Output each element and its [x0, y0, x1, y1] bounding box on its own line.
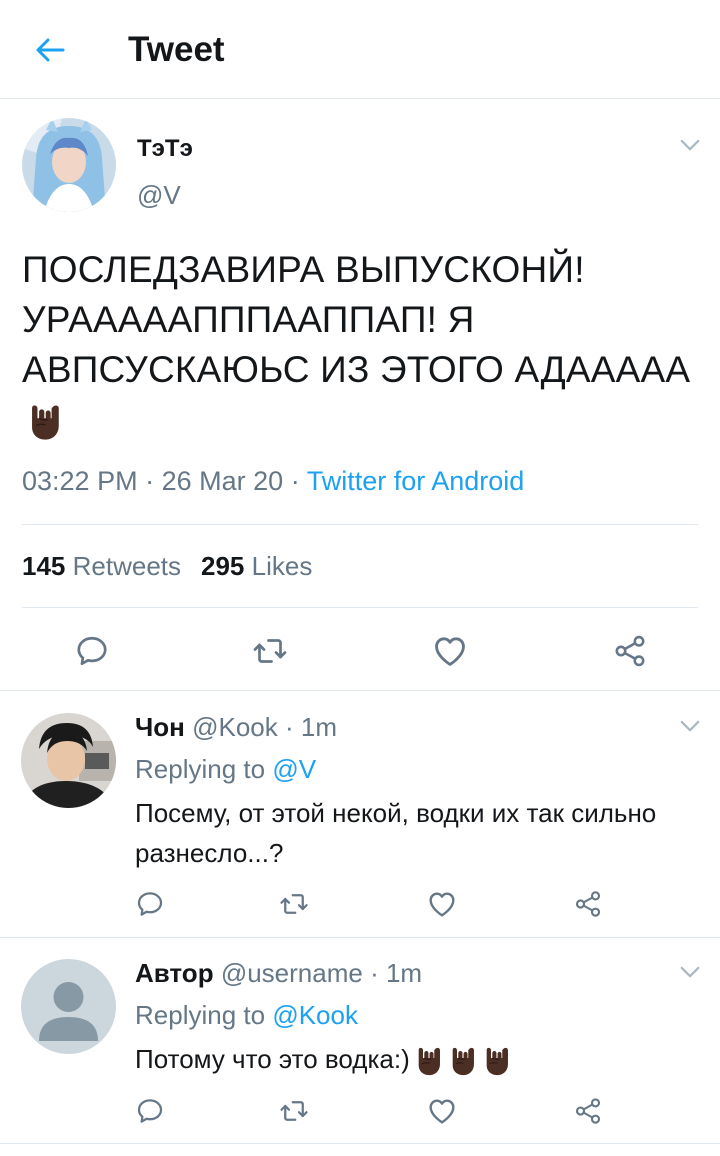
retweet-icon: [251, 633, 289, 669]
main-tweet: ТэТэ @V ПОСЛЕДЗАВИРА ВЫПУСКОНЙ! УРАААААП…: [0, 99, 720, 691]
author-handle[interactable]: @V: [137, 180, 181, 211]
tweet-text-content: ПОСЛЕДЗАВИРА ВЫПУСКОНЙ! УРАААААПППААППАП…: [22, 249, 691, 390]
like-button[interactable]: [428, 629, 472, 673]
like-button[interactable]: [422, 884, 462, 924]
tweet-time: 03:22 PM: [22, 466, 138, 496]
separator-dot: ·: [370, 958, 379, 988]
reply-icon: [135, 1096, 165, 1126]
retweets-count: 145: [22, 551, 66, 581]
like-button[interactable]: [422, 1091, 462, 1131]
reply-button[interactable]: [130, 884, 170, 924]
default-avatar-icon: [21, 959, 116, 1054]
chevron-down-icon: [679, 965, 701, 980]
reply-time: 1m: [385, 958, 423, 988]
reply-author-handle[interactable]: @Kook: [192, 712, 278, 742]
retweets-label: Retweets: [72, 551, 182, 581]
tweet-date: 26 Mar 20: [161, 466, 284, 496]
like-icon: [426, 888, 458, 920]
reply-header: Чон @Kook · 1m: [135, 712, 337, 743]
likes-count: 295: [201, 551, 245, 581]
retweet-icon: [278, 889, 310, 919]
retweet-button[interactable]: [248, 629, 292, 673]
reply-icon: [135, 889, 165, 919]
reply-time: 1m: [300, 712, 338, 742]
horns-emoji: [26, 402, 64, 442]
horns-emoji: [414, 1045, 444, 1077]
top-app-bar: Tweet: [0, 0, 720, 99]
reply-menu-button[interactable]: [676, 962, 704, 982]
reply-avatar[interactable]: [21, 959, 116, 1054]
horns-emoji: [482, 1045, 512, 1077]
retweet-button[interactable]: [274, 1091, 314, 1131]
author-avatar[interactable]: [22, 118, 116, 212]
reply-author-name[interactable]: Автор: [135, 958, 214, 988]
reply-tweet[interactable]: Автор @username · 1m Replying to @Kook П…: [0, 938, 720, 1144]
avatar-image: [22, 118, 116, 212]
replying-to-mention[interactable]: @Kook: [272, 1000, 358, 1030]
back-button[interactable]: [28, 28, 72, 72]
replying-to-mention[interactable]: @V: [272, 754, 316, 784]
chevron-down-icon: [679, 138, 701, 153]
divider: [22, 607, 698, 608]
likes-label: Likes: [251, 551, 313, 581]
retweet-button[interactable]: [274, 884, 314, 924]
horns-emoji: [448, 1045, 478, 1077]
like-icon: [426, 1095, 458, 1127]
reply-icon: [74, 633, 110, 669]
arrow-left-icon: [36, 38, 65, 62]
tweet-menu-button[interactable]: [676, 135, 704, 155]
reply-author-name[interactable]: Чон: [135, 712, 185, 742]
tweet-stats: 145 Retweets 295 Likes: [22, 551, 312, 582]
reply-text: Посему, от этой некой, водки их так силь…: [135, 798, 657, 868]
reply-avatar[interactable]: [21, 713, 116, 808]
separator-dot: ·: [290, 466, 300, 496]
share-icon: [573, 1096, 603, 1126]
share-icon: [612, 633, 648, 669]
retweets-stat[interactable]: 145 Retweets: [22, 551, 181, 581]
separator-dot: ·: [145, 466, 155, 496]
reply-text-content: Потому что это водка:): [135, 1044, 410, 1074]
reply-header: Автор @username · 1m: [135, 958, 422, 989]
like-icon: [431, 632, 469, 670]
separator-dot: ·: [284, 712, 294, 742]
tweet-source-link[interactable]: Twitter for Android: [307, 466, 525, 496]
replying-to: Replying to @V: [135, 754, 316, 785]
share-button[interactable]: [608, 629, 652, 673]
reply-author-handle[interactable]: @username: [221, 958, 363, 988]
replying-to-label: Replying to: [135, 754, 266, 784]
reply-button[interactable]: [70, 629, 114, 673]
avatar-image: [21, 713, 116, 808]
retweet-icon: [278, 1096, 310, 1126]
share-icon: [573, 889, 603, 919]
reply-button[interactable]: [130, 1091, 170, 1131]
reply-tweet[interactable]: Чон @Kook · 1m Replying to @V Посему, от…: [0, 692, 720, 938]
tweet-text: ПОСЛЕДЗАВИРА ВЫПУСКОНЙ! УРАААААПППААППАП…: [22, 245, 702, 445]
replying-to: Replying to @Kook: [135, 1000, 358, 1031]
replying-to-label: Replying to: [135, 1000, 266, 1030]
share-button[interactable]: [568, 1091, 608, 1131]
likes-stat[interactable]: 295 Likes: [201, 551, 312, 581]
divider: [22, 524, 698, 525]
reply-menu-button[interactable]: [676, 716, 704, 736]
author-name[interactable]: ТэТэ: [137, 135, 193, 163]
page-title: Tweet: [128, 30, 225, 69]
chevron-down-icon: [679, 719, 701, 734]
reply-text: Потому что это водка:): [135, 1039, 675, 1079]
tweet-meta: 03:22 PM · 26 Mar 20 · Twitter for Andro…: [22, 466, 524, 497]
share-button[interactable]: [568, 884, 608, 924]
